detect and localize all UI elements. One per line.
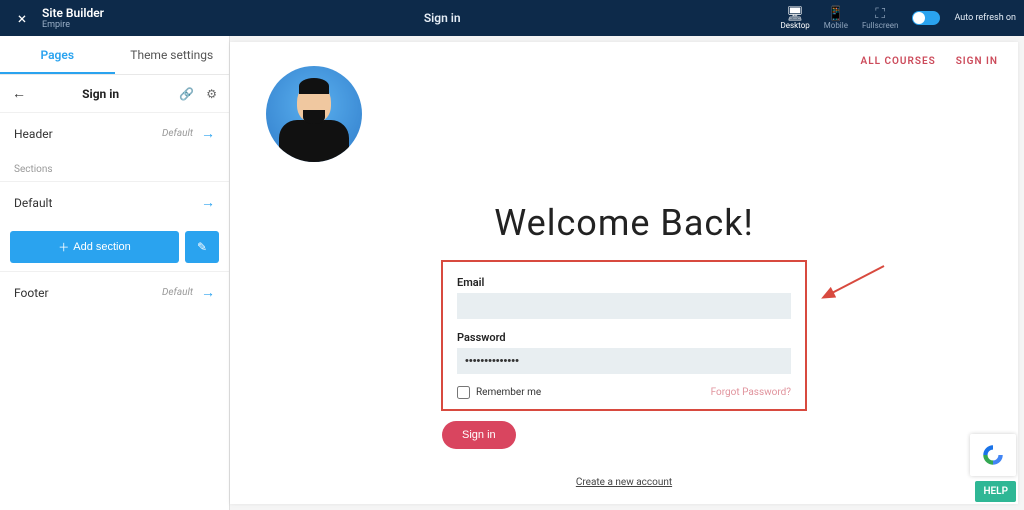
mobile-icon: 📱 <box>827 7 844 21</box>
app-subtitle: Empire <box>42 21 104 30</box>
sidebar-item-default[interactable]: Default → <box>0 181 229 223</box>
plus-icon: ＋ <box>58 239 69 255</box>
password-input[interactable] <box>457 348 791 374</box>
welcome-heading: Welcome Back! <box>230 202 1018 244</box>
nav-all-courses[interactable]: ALL COURSES <box>861 56 936 67</box>
forgot-password-link[interactable]: Forgot Password? <box>711 387 791 398</box>
tab-pages[interactable]: Pages <box>0 36 115 74</box>
topbar-right: 🖥 Desktop 📱 Mobile ⛶ Fullscreen Auto ref… <box>780 7 1016 30</box>
avatar-person-icon <box>279 82 349 162</box>
sections-label: Sections <box>0 154 229 181</box>
preview-nav: ALL COURSES SIGN IN <box>861 56 998 67</box>
annotation-arrow <box>826 264 886 302</box>
auto-refresh-toggle[interactable] <box>912 11 940 25</box>
auto-refresh-label: Auto refresh on <box>954 13 1016 23</box>
signin-form-highlight: Email Password Remember me Forgot Passwo… <box>441 260 807 411</box>
sign-in-button[interactable]: Sign in <box>442 421 516 449</box>
page-bar: ← Sign in 🔗 ⚙ <box>0 75 229 112</box>
recaptcha-icon <box>980 442 1006 468</box>
fullscreen-icon: ⛶ <box>875 7 885 21</box>
link-icon[interactable]: 🔗 <box>179 87 194 101</box>
add-section-row: ＋ Add section ✎ <box>0 223 229 271</box>
preview-pane: ALL COURSES SIGN IN Welcome Back! Email … <box>230 42 1018 504</box>
close-icon[interactable]: × <box>8 9 36 28</box>
gear-icon[interactable]: ⚙ <box>206 87 217 101</box>
nav-sign-in[interactable]: SIGN IN <box>956 56 998 67</box>
topbar-page-name: Sign in <box>104 11 780 25</box>
arrow-right-icon: → <box>201 125 215 142</box>
email-label: Email <box>457 276 791 289</box>
app-title: Site Builder <box>42 7 104 19</box>
device-mobile[interactable]: 📱 Mobile <box>824 7 848 30</box>
desktop-icon: 🖥 <box>786 7 804 21</box>
add-section-button[interactable]: ＋ Add section <box>10 231 179 263</box>
help-button[interactable]: HELP <box>975 481 1016 502</box>
create-account-link[interactable]: Create a new account <box>230 477 1018 488</box>
arrow-right-icon: → <box>201 284 215 301</box>
email-input[interactable] <box>457 293 791 319</box>
brush-icon: ✎ <box>197 240 207 254</box>
device-fullscreen[interactable]: ⛶ Fullscreen <box>862 7 899 30</box>
page-title: Sign in <box>34 87 167 101</box>
form-options-row: Remember me Forgot Password? <box>457 386 791 399</box>
back-arrow-icon[interactable]: ← <box>12 85 26 102</box>
topbar-title: Site Builder Empire <box>42 7 104 30</box>
top-bar: × Site Builder Empire Sign in 🖥 Desktop … <box>0 0 1024 36</box>
device-desktop[interactable]: 🖥 Desktop <box>780 7 809 30</box>
sidebar-tabs: Pages Theme settings <box>0 36 229 75</box>
brush-button[interactable]: ✎ <box>185 231 219 263</box>
sidebar-item-header[interactable]: Header Default → <box>0 112 229 154</box>
sidebar: Pages Theme settings ← Sign in 🔗 ⚙ Heade… <box>0 36 230 510</box>
password-label: Password <box>457 331 791 344</box>
remember-me[interactable]: Remember me <box>457 386 541 399</box>
sidebar-item-footer[interactable]: Footer Default → <box>0 271 229 313</box>
tab-theme-settings[interactable]: Theme settings <box>115 36 230 74</box>
main: Pages Theme settings ← Sign in 🔗 ⚙ Heade… <box>0 36 1024 510</box>
avatar <box>266 66 362 162</box>
arrow-right-icon: → <box>201 194 215 211</box>
remember-checkbox[interactable] <box>457 386 470 399</box>
recaptcha-badge[interactable] <box>970 434 1016 476</box>
